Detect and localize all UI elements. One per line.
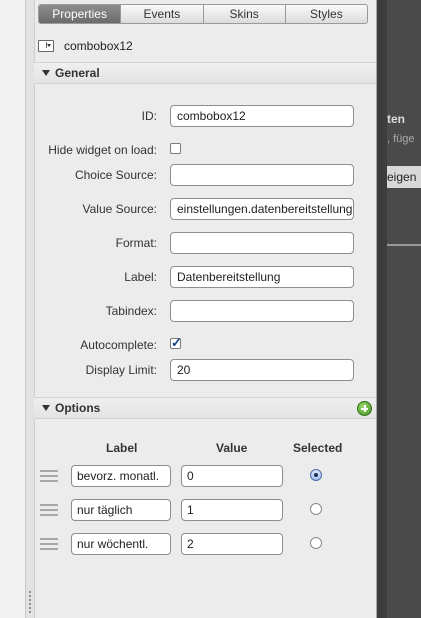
tab-events[interactable]: Events [121,5,204,23]
row-autocomplete: Autocomplete: [34,334,376,356]
section-options[interactable]: Options [34,397,376,419]
hide-checkbox[interactable] [170,143,181,154]
col-header-selected: Selected [293,441,343,455]
option-row: nur wöchentl. 2 [34,533,376,555]
display-limit-label: Display Limit: [85,363,157,377]
tabindex-field[interactable] [170,300,354,322]
widget-name: combobox12 [64,39,133,53]
tab-skins[interactable]: Skins [204,5,286,23]
option-selected-radio[interactable] [310,537,322,549]
autocomplete-label: Autocomplete: [80,338,157,352]
drag-handle-icon[interactable] [40,538,58,550]
row-tabindex: Tabindex: [34,300,376,322]
option-selected-radio[interactable] [310,469,322,481]
option-row: bevorz. monatl. 0 [34,465,376,487]
add-option-icon[interactable] [357,401,372,416]
value-source-field[interactable]: einstellungen.datenbereitstellung [170,198,354,220]
choice-source-label: Choice Source: [74,168,157,182]
option-value-field[interactable]: 0 [181,465,283,487]
background-text: ten [387,112,405,126]
value-source-label: Value Source: [82,202,158,216]
combobox-icon [38,40,54,52]
disclosure-triangle-icon [42,405,50,411]
divider [387,244,421,246]
choice-source-field[interactable] [170,164,354,186]
tab-properties[interactable]: Properties [39,5,122,23]
background-button[interactable]: eigen [387,166,421,188]
col-header-value: Value [216,441,248,455]
option-value-field[interactable]: 2 [181,533,283,555]
format-label: Format: [115,236,157,250]
option-label-field[interactable]: bevorz. monatl. [71,465,171,487]
option-value-field[interactable]: 1 [181,499,283,521]
option-label-field[interactable]: nur täglich [71,499,171,521]
row-label: Label: Datenbereitstellung [34,266,376,288]
row-format: Format: [34,232,376,254]
row-id: ID: combobox12 [34,105,376,127]
tab-styles[interactable]: Styles [286,5,367,23]
option-row: nur täglich 1 [34,499,376,521]
format-field[interactable] [170,232,354,254]
left-strip [0,0,26,618]
properties-panel: Properties Events Skins Styles combobox1… [26,0,377,618]
background-button-label: eigen [387,170,417,184]
row-value-source: Value Source: einstellungen.datenbereits… [34,198,376,220]
label-field[interactable]: Datenbereitstellung [170,266,354,288]
display-limit-field[interactable]: 20 [170,359,354,381]
disclosure-triangle-icon [42,70,50,76]
section-options-title: Options [55,401,101,415]
hide-label: Hide widget on load: [48,143,157,157]
background-window: ten , füge eigen [377,0,421,618]
background-text: , füge [387,133,415,145]
background-window-panel: ten , füge eigen [387,0,421,618]
row-display-limit: Display Limit: 20 [34,359,376,381]
widget-header: combobox12 [38,38,133,54]
tabindex-label: Tabindex: [105,304,157,318]
col-header-label: Label [106,441,138,455]
label-label: Label: [124,270,157,284]
tab-bar: Properties Events Skins Styles [38,4,368,24]
option-label-field[interactable]: nur wöchentl. [71,533,171,555]
autocomplete-checkbox[interactable] [170,335,182,351]
option-selected-radio[interactable] [310,503,322,515]
section-general[interactable]: General [34,62,376,84]
drag-handle-icon[interactable] [40,504,58,516]
row-hide: Hide widget on load: [34,139,376,161]
section-general-title: General [55,66,100,80]
drag-handle-icon[interactable] [40,470,58,482]
id-field[interactable]: combobox12 [170,105,354,127]
resize-grip-icon[interactable] [28,590,32,614]
row-choice: Choice Source: [34,164,376,186]
id-label: ID: [141,109,157,123]
